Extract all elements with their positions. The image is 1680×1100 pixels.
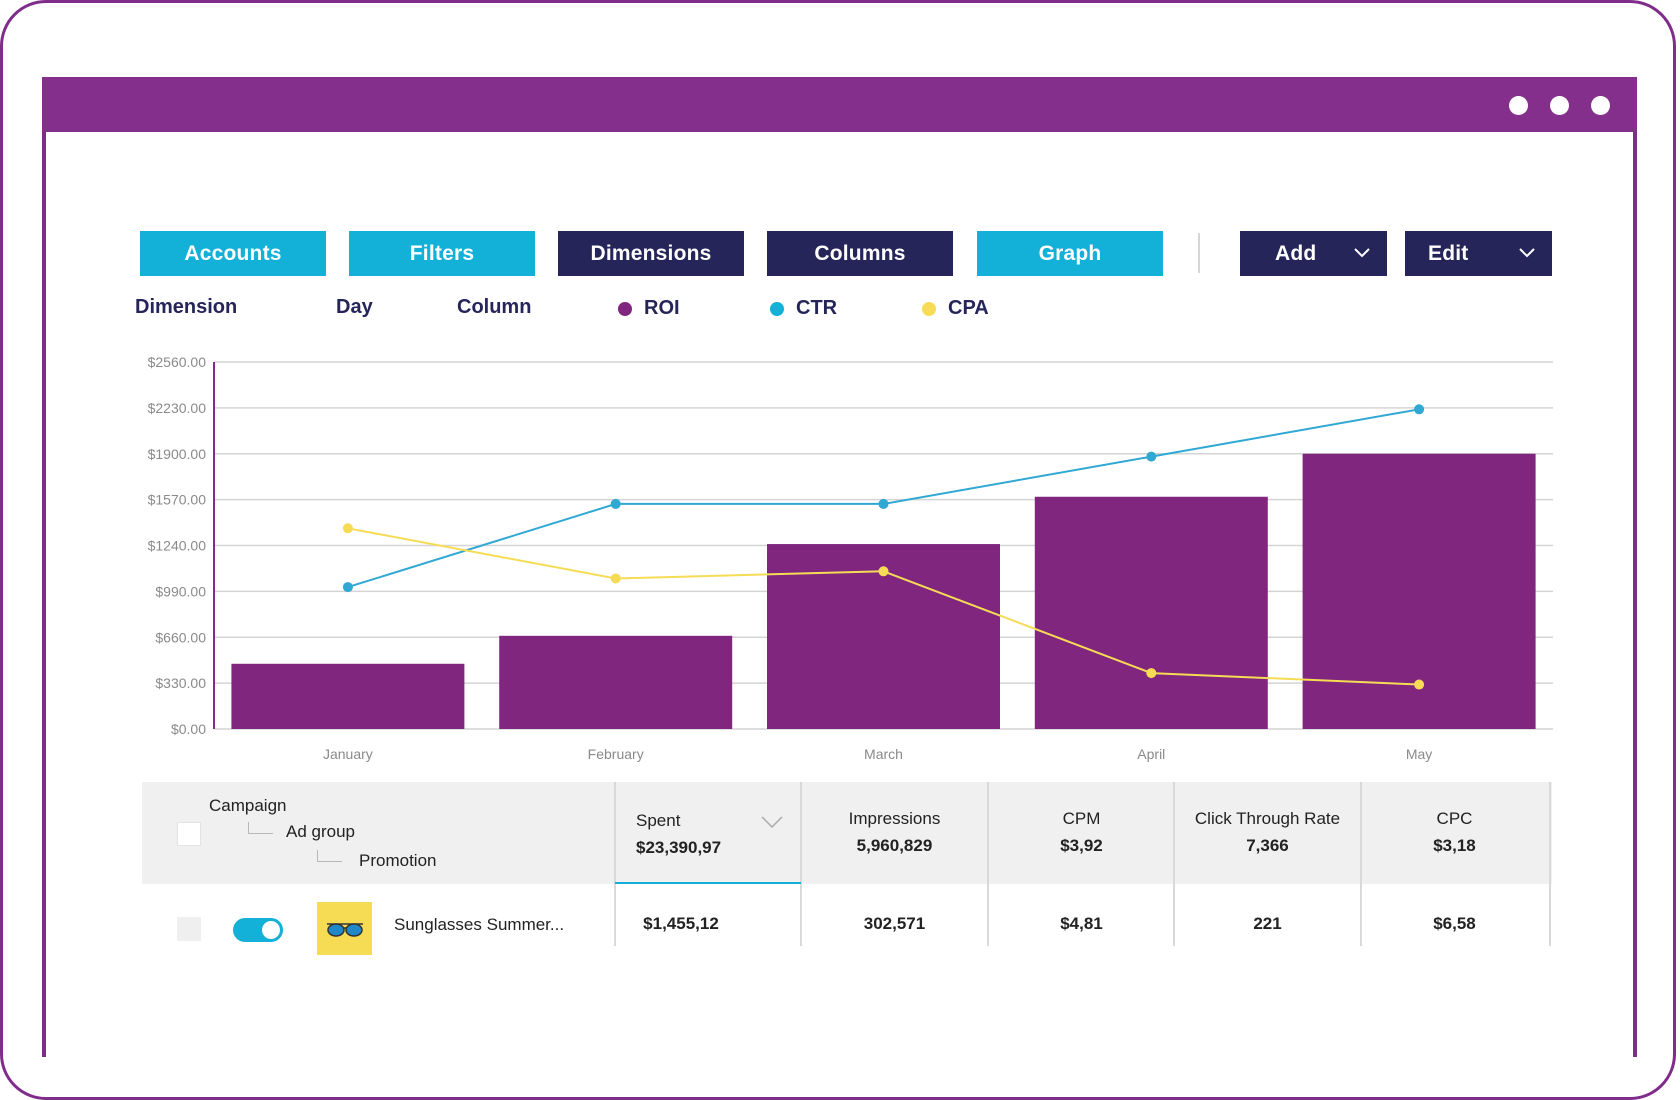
sunglasses-icon (326, 922, 363, 937)
point-ctr (1146, 451, 1157, 462)
x-tick-label: March (864, 746, 903, 762)
point-cpa (1146, 668, 1157, 679)
total-impressions: 5,960,829 (856, 836, 933, 855)
tree-branch (317, 850, 342, 862)
hierarchy-campaign: Campaign (209, 796, 287, 815)
row-checkbox[interactable] (177, 917, 201, 941)
total-ctr: 7,366 (1246, 836, 1289, 855)
x-tick-label: April (1137, 746, 1165, 762)
total-cpm: $3,92 (1060, 836, 1103, 855)
x-tick-label: February (588, 746, 644, 762)
point-cpa (342, 523, 353, 534)
hierarchy-ad-group: Ad group (286, 822, 355, 841)
campaign-thumbnail (317, 902, 372, 955)
y-tick-label: $1240.00 (148, 538, 207, 554)
cell-cpm: $4,81 (1060, 914, 1103, 933)
point-ctr (342, 582, 353, 593)
total-cpc: $3,18 (1433, 836, 1476, 855)
y-tick-label: $330.00 (155, 675, 206, 691)
y-tick-label: $1900.00 (148, 446, 207, 462)
sort-chevron-down-icon[interactable] (761, 815, 783, 829)
y-tick-label: $2560.00 (148, 354, 207, 370)
bar-roi (231, 663, 465, 729)
column-header-cpc[interactable]: CPC (1361, 809, 1548, 829)
bar-roi (1034, 496, 1268, 729)
cell-cpc: $6,58 (1433, 914, 1476, 933)
performance-chart: $0.00 $330.00 $660.00 $990.00 $1240.00 $1570.… (148, 354, 1553, 762)
y-tick-label: $0.00 (171, 721, 206, 737)
column-divider (1549, 782, 1551, 946)
select-all-checkbox[interactable] (177, 822, 201, 846)
x-tick-label: May (1406, 746, 1432, 762)
hierarchy-promotion: Promotion (359, 851, 437, 870)
point-cpa (610, 573, 621, 584)
column-header-cpm[interactable]: CPM (988, 809, 1175, 829)
toggle-knob (262, 921, 280, 939)
column-header-ctr[interactable]: Click Through Rate (1174, 809, 1361, 829)
point-ctr (1414, 404, 1425, 415)
tree-branch (248, 822, 273, 834)
bar-roi (499, 635, 733, 729)
column-header-spent[interactable]: Spent (636, 811, 680, 831)
point-ctr (610, 498, 621, 509)
cell-spent: $1,455,12 (643, 914, 719, 933)
cell-impressions: 302,571 (863, 914, 926, 933)
x-tick-label: January (323, 746, 373, 762)
y-tick-label: $2230.00 (148, 400, 207, 416)
point-cpa (1414, 679, 1425, 690)
column-header-impressions[interactable]: Impressions (801, 809, 988, 829)
y-tick-label: $990.00 (155, 583, 206, 599)
point-cpa (878, 566, 889, 577)
row-enabled-toggle[interactable] (233, 918, 283, 942)
cell-ctr: 221 (1253, 914, 1282, 933)
point-ctr (878, 498, 889, 509)
total-spent: $23,390,97 (636, 838, 722, 857)
y-tick-label: $1570.00 (148, 492, 207, 508)
y-tick-label: $660.00 (155, 629, 206, 645)
campaign-name[interactable]: Sunglasses Summer... (394, 915, 564, 935)
sort-indicator (615, 882, 801, 884)
